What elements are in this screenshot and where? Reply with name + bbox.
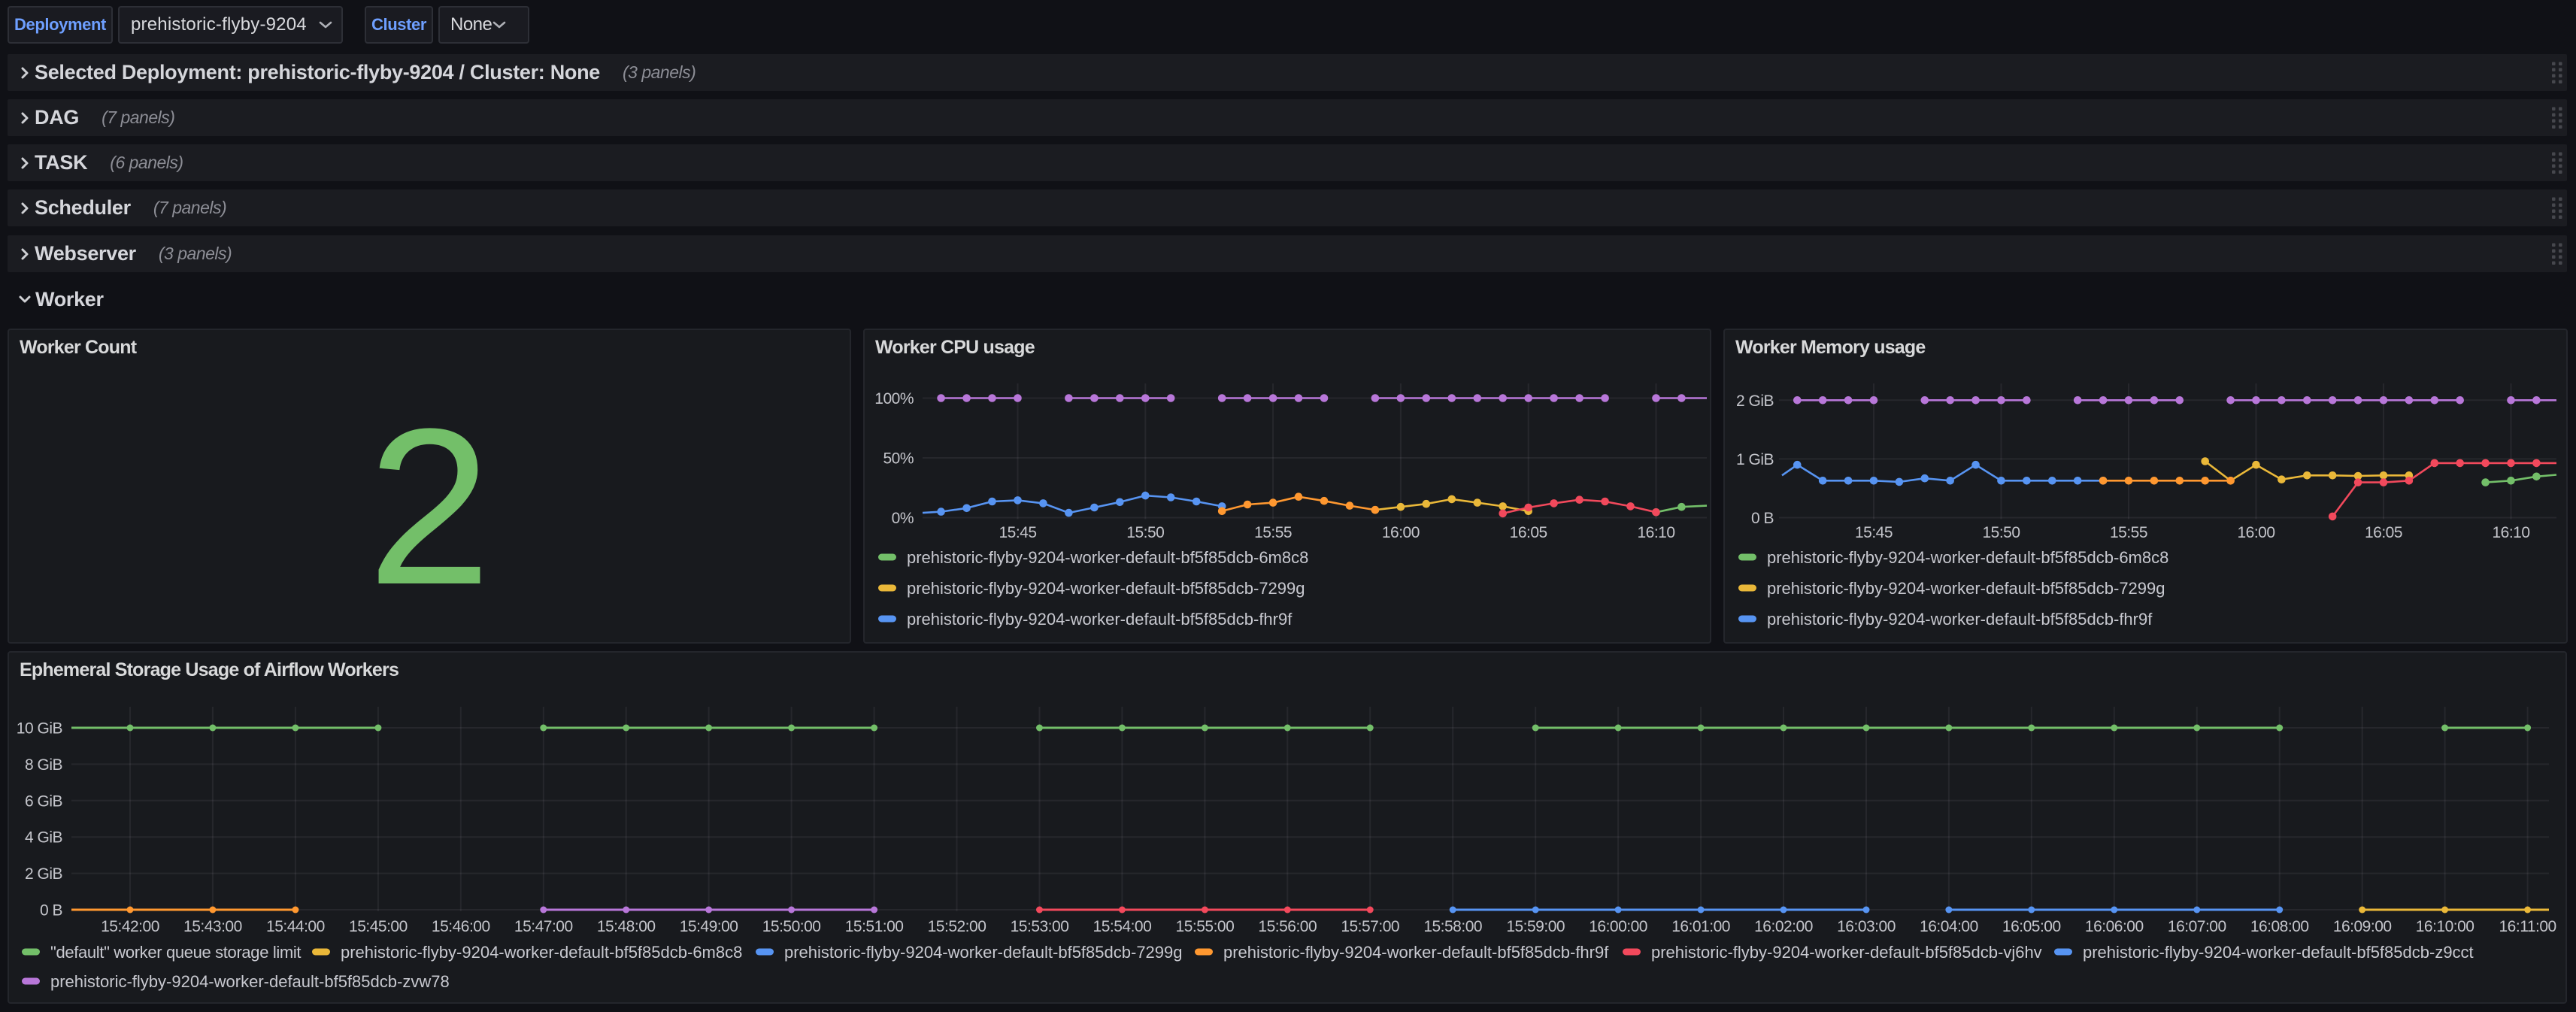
svg-text:16:06:00: 16:06:00 bbox=[2085, 918, 2144, 935]
svg-text:15:57:00: 15:57:00 bbox=[1341, 918, 1399, 935]
svg-text:16:10:00: 16:10:00 bbox=[2416, 918, 2474, 935]
svg-text:16:09:00: 16:09:00 bbox=[2333, 918, 2392, 935]
svg-text:Ephemeral Storage Usage of Air: Ephemeral Storage Usage of Airflow Worke… bbox=[20, 659, 399, 680]
svg-text:15:45:00: 15:45:00 bbox=[349, 918, 408, 935]
svg-text:16:05:00: 16:05:00 bbox=[2002, 918, 2061, 935]
svg-text:2: 2 bbox=[368, 382, 492, 631]
svg-text:Worker Count: Worker Count bbox=[20, 337, 138, 358]
svg-text:prehistoric-flyby-9204-worker-: prehistoric-flyby-9204-worker-default-bf… bbox=[2083, 943, 2474, 962]
svg-text:prehistoric-flyby-9204-worker-: prehistoric-flyby-9204-worker-default-bf… bbox=[1223, 943, 1609, 962]
svg-text:0%: 0% bbox=[892, 510, 914, 527]
svg-text:16:01:00: 16:01:00 bbox=[1671, 918, 1730, 935]
svg-text:16:10: 16:10 bbox=[2492, 524, 2529, 541]
svg-text:6 GiB: 6 GiB bbox=[25, 792, 62, 810]
svg-text:16:02:00: 16:02:00 bbox=[1754, 918, 1813, 935]
svg-text:1 GiB: 1 GiB bbox=[1736, 451, 1774, 468]
svg-text:15:42:00: 15:42:00 bbox=[101, 918, 159, 935]
svg-text:prehistoric-flyby-9204-worker-: prehistoric-flyby-9204-worker-default-bf… bbox=[50, 972, 450, 991]
svg-text:15:44:00: 15:44:00 bbox=[266, 918, 325, 935]
svg-text:15:47:00: 15:47:00 bbox=[514, 918, 573, 935]
svg-text:16:08:00: 16:08:00 bbox=[2250, 918, 2309, 935]
svg-text:8 GiB: 8 GiB bbox=[25, 756, 62, 774]
svg-text:prehistoric-flyby-9204-worker-: prehistoric-flyby-9204-worker-default-bf… bbox=[1767, 548, 2168, 567]
svg-text:2 GiB: 2 GiB bbox=[25, 865, 62, 883]
svg-text:prehistoric-flyby-9204-worker-: prehistoric-flyby-9204-worker-default-bf… bbox=[1651, 943, 2042, 962]
svg-text:15:50: 15:50 bbox=[1982, 524, 2020, 541]
svg-text:15:55:00: 15:55:00 bbox=[1176, 918, 1235, 935]
svg-text:10 GiB: 10 GiB bbox=[17, 720, 62, 738]
svg-text:15:45: 15:45 bbox=[999, 524, 1036, 541]
svg-text:"default" worker queue storage: "default" worker queue storage limit bbox=[50, 943, 301, 962]
svg-text:Worker Memory usage: Worker Memory usage bbox=[1735, 337, 1926, 358]
svg-text:15:50: 15:50 bbox=[1126, 524, 1164, 541]
svg-text:16:04:00: 16:04:00 bbox=[1920, 918, 1978, 935]
svg-text:15:53:00: 15:53:00 bbox=[1011, 918, 1069, 935]
svg-text:prehistoric-flyby-9204-worker-: prehistoric-flyby-9204-worker-default-bf… bbox=[1767, 610, 2153, 629]
svg-text:100%: 100% bbox=[874, 390, 914, 408]
svg-text:15:55: 15:55 bbox=[1254, 524, 1292, 541]
svg-text:15:56:00: 15:56:00 bbox=[1258, 918, 1317, 935]
svg-text:16:05: 16:05 bbox=[2365, 524, 2402, 541]
svg-text:16:11:00: 16:11:00 bbox=[2499, 918, 2556, 935]
svg-text:15:51:00: 15:51:00 bbox=[845, 918, 904, 935]
svg-text:prehistoric-flyby-9204-worker-: prehistoric-flyby-9204-worker-default-bf… bbox=[907, 610, 1293, 629]
svg-text:prehistoric-flyby-9204-worker-: prehistoric-flyby-9204-worker-default-bf… bbox=[907, 548, 1308, 567]
svg-text:15:43:00: 15:43:00 bbox=[183, 918, 242, 935]
svg-text:0 B: 0 B bbox=[40, 902, 62, 920]
svg-text:15:45: 15:45 bbox=[1855, 524, 1893, 541]
svg-text:16:03:00: 16:03:00 bbox=[1837, 918, 1896, 935]
svg-text:0 B: 0 B bbox=[1751, 510, 1774, 527]
svg-text:prehistoric-flyby-9204-worker-: prehistoric-flyby-9204-worker-default-bf… bbox=[907, 579, 1305, 598]
svg-text:16:05: 16:05 bbox=[1510, 524, 1547, 541]
svg-text:15:59:00: 15:59:00 bbox=[1506, 918, 1565, 935]
svg-text:15:55: 15:55 bbox=[2110, 524, 2147, 541]
svg-text:prehistoric-flyby-9204-worker-: prehistoric-flyby-9204-worker-default-bf… bbox=[341, 943, 742, 962]
svg-text:15:50:00: 15:50:00 bbox=[762, 918, 821, 935]
svg-text:15:54:00: 15:54:00 bbox=[1093, 918, 1152, 935]
svg-text:16:00: 16:00 bbox=[1382, 524, 1420, 541]
svg-text:15:48:00: 15:48:00 bbox=[597, 918, 656, 935]
svg-text:16:07:00: 16:07:00 bbox=[2168, 918, 2226, 935]
svg-text:4 GiB: 4 GiB bbox=[25, 829, 62, 847]
svg-text:15:58:00: 15:58:00 bbox=[1423, 918, 1482, 935]
svg-text:Worker CPU usage: Worker CPU usage bbox=[875, 337, 1035, 358]
svg-text:prehistoric-flyby-9204-worker-: prehistoric-flyby-9204-worker-default-bf… bbox=[1767, 579, 2165, 598]
svg-text:15:52:00: 15:52:00 bbox=[928, 918, 986, 935]
svg-text:15:49:00: 15:49:00 bbox=[680, 918, 738, 935]
svg-text:16:00: 16:00 bbox=[2237, 524, 2274, 541]
svg-text:15:46:00: 15:46:00 bbox=[432, 918, 490, 935]
svg-text:prehistoric-flyby-9204-worker-: prehistoric-flyby-9204-worker-default-bf… bbox=[784, 943, 1183, 962]
svg-text:16:10: 16:10 bbox=[1637, 524, 1674, 541]
svg-text:50%: 50% bbox=[883, 450, 914, 468]
svg-text:16:00:00: 16:00:00 bbox=[1589, 918, 1647, 935]
svg-text:2 GiB: 2 GiB bbox=[1736, 392, 1774, 410]
